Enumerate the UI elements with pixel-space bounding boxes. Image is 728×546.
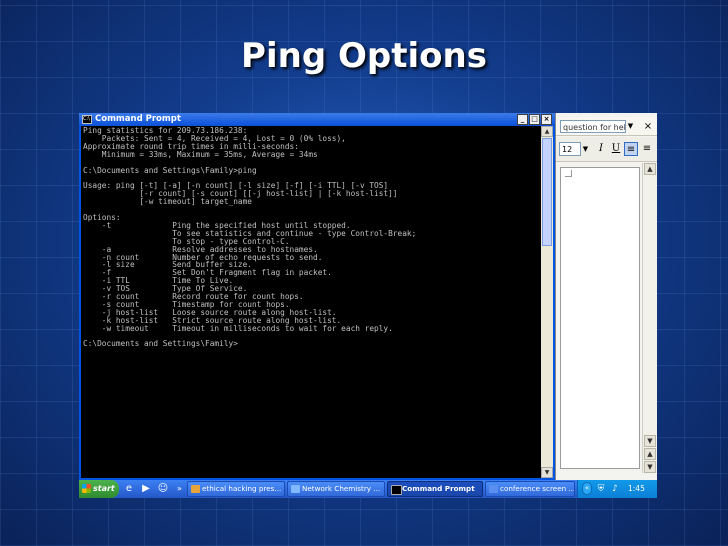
console-area[interactable]: Ping statistics for 209.73.186.238: Pack… [81,126,541,478]
word-help-bar: question for help ▼ × [556,117,657,136]
cmd-titlebar[interactable]: C:\ Command Prompt _ □ × [79,113,555,126]
cmd-icon [391,485,402,495]
scroll-thumb[interactable] [542,138,552,246]
align-center-button[interactable]: ≡ [640,142,654,156]
window-title: Command Prompt [95,114,181,124]
start-button[interactable]: start [79,480,119,498]
desktop-screenshot: question for help ▼ × 12 ▼ I U ≡ ≡ ▲ ▼ ▲… [79,113,657,498]
prev-page-icon[interactable]: ▲ [644,448,656,460]
scroll-up-icon[interactable]: ▲ [644,163,656,175]
minimize-button[interactable]: _ [517,114,528,125]
font-size-select[interactable]: 12 [559,142,581,156]
task-label: Network Chemistry ... [302,484,381,493]
command-prompt-window: C:\ Command Prompt _ □ × Ping statistics… [79,113,555,480]
word-close-button[interactable]: × [642,120,654,133]
close-button[interactable]: × [541,114,552,125]
page-corner-mark [565,170,572,177]
taskbar: start e ▶ ☺ » ethical hacking pres... Ne… [79,480,657,498]
task-conference-screen[interactable]: conference screen ... [485,481,575,497]
help-dropdown-icon[interactable]: ▼ [626,120,635,133]
task-command-prompt[interactable]: Command Prompt [387,481,483,497]
task-network-chemistry[interactable]: Network Chemistry ... [287,481,385,497]
console-output: Ping statistics for 209.73.186.238: Pack… [83,126,417,349]
volume-icon[interactable]: ♪ [610,484,620,494]
word-icon [489,485,498,493]
word-window: question for help ▼ × 12 ▼ I U ≡ ≡ ▲ ▼ ▲… [555,113,657,480]
windows-logo-icon [82,484,91,493]
quick-launch-chevron-icon[interactable]: » [177,483,185,495]
italic-button[interactable]: I [594,142,608,156]
clock[interactable]: 1:45 PM [628,480,657,498]
scroll-down-icon[interactable]: ▼ [644,435,656,447]
tray-expand-icon[interactable]: « [582,482,592,495]
scroll-down-icon[interactable]: ▼ [541,467,553,478]
powerpoint-icon [191,485,200,493]
media-player-icon[interactable]: ▶ [140,483,152,495]
task-label: Command Prompt [402,484,475,493]
task-ethical-hacking[interactable]: ethical hacking pres... [187,481,285,497]
align-left-button[interactable]: ≡ [624,142,638,156]
messenger-icon[interactable]: ☺ [157,483,169,495]
cmd-icon[interactable]: C:\ [82,115,92,124]
maximize-button[interactable]: □ [529,114,540,125]
word-format-toolbar: 12 ▼ I U ≡ ≡ [556,137,657,162]
ie-icon [291,485,300,493]
font-size-dropdown-icon[interactable]: ▼ [581,142,590,156]
underline-button[interactable]: U [609,142,623,156]
slide-title: Ping Options [241,36,487,76]
security-shield-icon[interactable]: ⛨ [596,484,606,494]
next-page-icon[interactable]: ▼ [644,461,656,473]
word-document-page[interactable] [560,167,640,469]
task-label: conference screen ... [500,484,575,493]
task-label: ethical hacking pres... [202,484,282,493]
ie-icon[interactable]: e [123,483,135,495]
scroll-up-icon[interactable]: ▲ [541,126,553,137]
help-search-input[interactable]: question for help [560,120,626,133]
system-tray: « ⛨ ♪ 1:45 PM [577,480,657,498]
start-label: start [93,484,115,493]
cmd-vertical-scrollbar[interactable]: ▲ ▼ [541,126,553,478]
word-vertical-scrollbar[interactable]: ▲ ▼ ▲ ▼ [642,163,657,473]
